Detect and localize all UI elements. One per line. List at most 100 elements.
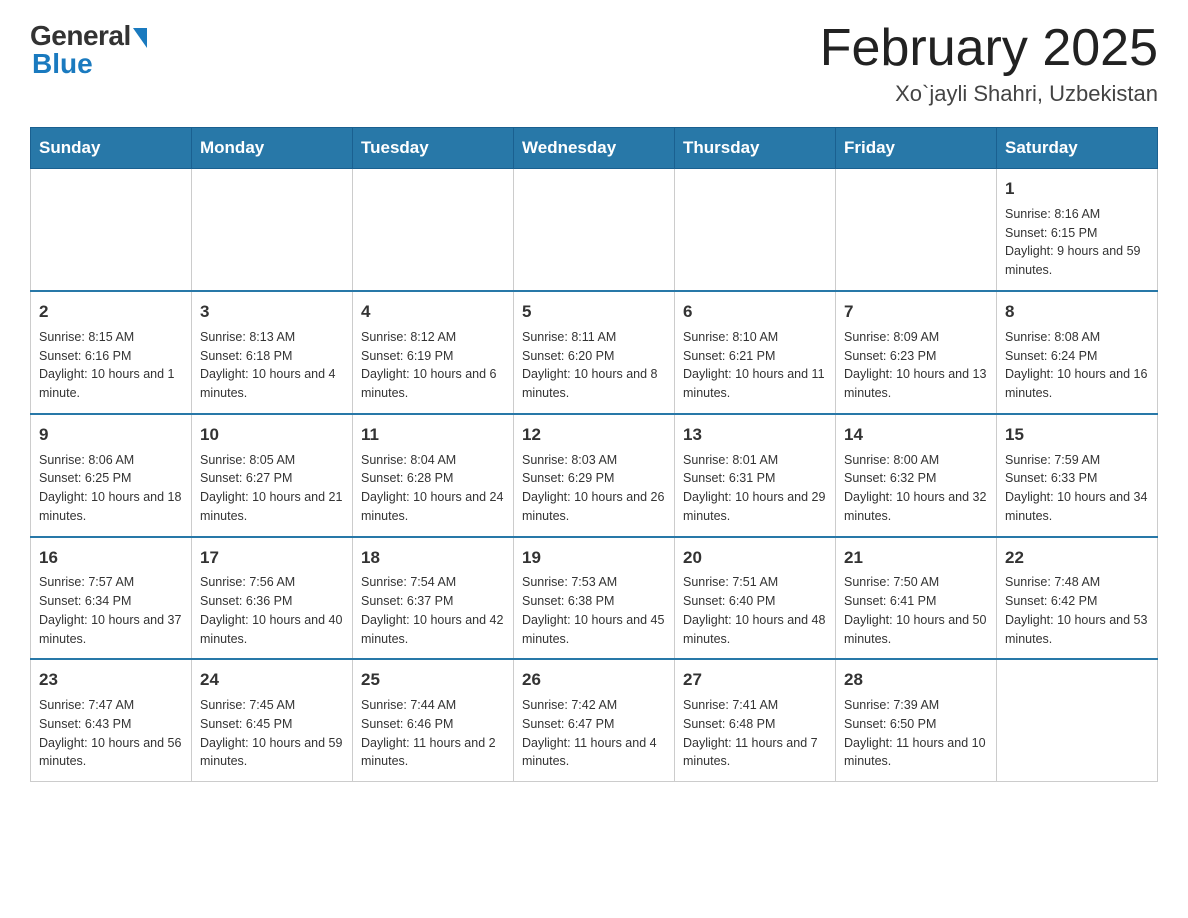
day-number: 16: [39, 546, 183, 570]
calendar-cell: 12 Sunrise: 8:03 AMSunset: 6:29 PMDayligh…: [514, 414, 675, 537]
day-number: 6: [683, 300, 827, 324]
day-number: 21: [844, 546, 988, 570]
calendar-week-row: 2 Sunrise: 8:15 AMSunset: 6:16 PMDaylight…: [31, 291, 1158, 414]
calendar-cell: [997, 659, 1158, 781]
day-number: 1: [1005, 177, 1149, 201]
day-info: Sunrise: 8:06 AMSunset: 6:25 PMDaylight:…: [39, 451, 183, 526]
day-number: 12: [522, 423, 666, 447]
day-number: 23: [39, 668, 183, 692]
title-area: February 2025 Xo`jayli Shahri, Uzbekista…: [820, 20, 1158, 107]
calendar-cell: 13Sunrise: 8:01 AMSunset: 6:31 PMDayligh…: [675, 414, 836, 537]
logo-blue-text: Blue: [32, 48, 93, 80]
calendar-cell: 21Sunrise: 7:50 AMSunset: 6:41 PMDayligh…: [836, 537, 997, 660]
calendar-cell: 6 Sunrise: 8:10 AMSunset: 6:21 PMDaylight…: [675, 291, 836, 414]
calendar-cell: 19 Sunrise: 7:53 AMSunset: 6:38 PMDayligh…: [514, 537, 675, 660]
day-info: Sunrise: 8:13 AMSunset: 6:18 PMDaylight:…: [200, 328, 344, 403]
day-header-saturday: Saturday: [997, 128, 1158, 169]
day-info: Sunrise: 8:12 AMSunset: 6:19 PMDaylight:…: [361, 328, 505, 403]
day-header-wednesday: Wednesday: [514, 128, 675, 169]
calendar-cell: 5 Sunrise: 8:11 AMSunset: 6:20 PMDaylight…: [514, 291, 675, 414]
calendar-cell: 9 Sunrise: 8:06 AMSunset: 6:25 PMDaylight…: [31, 414, 192, 537]
day-number: 9: [39, 423, 183, 447]
day-info: Sunrise: 7:56 AMSunset: 6:36 PMDaylight:…: [200, 573, 344, 648]
day-header-thursday: Thursday: [675, 128, 836, 169]
day-info: Sunrise: 7:59 AMSunset: 6:33 PMDaylight:…: [1005, 451, 1149, 526]
day-info: Sunrise: 8:04 AMSunset: 6:28 PMDaylight:…: [361, 451, 505, 526]
day-number: 20: [683, 546, 827, 570]
calendar-cell: 28 Sunrise: 7:39 AMSunset: 6:50 PMDayligh…: [836, 659, 997, 781]
day-number: 27: [683, 668, 827, 692]
day-number: 8: [1005, 300, 1149, 324]
day-number: 10: [200, 423, 344, 447]
day-info: Sunrise: 7:48 AMSunset: 6:42 PMDaylight:…: [1005, 573, 1149, 648]
day-info: Sunrise: 7:42 AMSunset: 6:47 PMDaylight:…: [522, 696, 666, 771]
day-info: Sunrise: 7:53 AMSunset: 6:38 PMDaylight:…: [522, 573, 666, 648]
calendar-week-row: 1 Sunrise: 8:16 AMSunset: 6:15 PMDaylight…: [31, 169, 1158, 291]
calendar-cell: 25Sunrise: 7:44 AMSunset: 6:46 PMDayligh…: [353, 659, 514, 781]
day-header-friday: Friday: [836, 128, 997, 169]
calendar-cell: [353, 169, 514, 291]
day-number: 22: [1005, 546, 1149, 570]
calendar-cell: 14 Sunrise: 8:00 AMSunset: 6:32 PMDayligh…: [836, 414, 997, 537]
day-number: 17: [200, 546, 344, 570]
location-subtitle: Xo`jayli Shahri, Uzbekistan: [820, 81, 1158, 107]
day-info: Sunrise: 7:39 AMSunset: 6:50 PMDaylight:…: [844, 696, 988, 771]
calendar-cell: 1 Sunrise: 8:16 AMSunset: 6:15 PMDaylight…: [997, 169, 1158, 291]
day-number: 5: [522, 300, 666, 324]
day-number: 24: [200, 668, 344, 692]
day-info: Sunrise: 8:16 AMSunset: 6:15 PMDaylight:…: [1005, 205, 1149, 280]
calendar-cell: [836, 169, 997, 291]
day-number: 28: [844, 668, 988, 692]
logo-arrow-icon: [133, 28, 147, 48]
calendar-cell: 27 Sunrise: 7:41 AMSunset: 6:48 PMDayligh…: [675, 659, 836, 781]
calendar-cell: 18 Sunrise: 7:54 AMSunset: 6:37 PMDayligh…: [353, 537, 514, 660]
calendar-cell: [192, 169, 353, 291]
page-header: General Blue February 2025 Xo`jayli Shah…: [30, 20, 1158, 107]
day-header-sunday: Sunday: [31, 128, 192, 169]
day-info: Sunrise: 7:57 AMSunset: 6:34 PMDaylight:…: [39, 573, 183, 648]
day-number: 19: [522, 546, 666, 570]
calendar-cell: 8 Sunrise: 8:08 AMSunset: 6:24 PMDaylight…: [997, 291, 1158, 414]
day-info: Sunrise: 7:51 AMSunset: 6:40 PMDaylight:…: [683, 573, 827, 648]
calendar-cell: 22 Sunrise: 7:48 AMSunset: 6:42 PMDayligh…: [997, 537, 1158, 660]
calendar-week-row: 16 Sunrise: 7:57 AMSunset: 6:34 PMDayligh…: [31, 537, 1158, 660]
day-number: 15: [1005, 423, 1149, 447]
day-info: Sunrise: 7:54 AMSunset: 6:37 PMDaylight:…: [361, 573, 505, 648]
day-info: Sunrise: 8:15 AMSunset: 6:16 PMDaylight:…: [39, 328, 183, 403]
day-number: 14: [844, 423, 988, 447]
calendar-cell: 3 Sunrise: 8:13 AMSunset: 6:18 PMDaylight…: [192, 291, 353, 414]
day-number: 3: [200, 300, 344, 324]
calendar-header-row: SundayMondayTuesdayWednesdayThursdayFrid…: [31, 128, 1158, 169]
day-info: Sunrise: 7:41 AMSunset: 6:48 PMDaylight:…: [683, 696, 827, 771]
day-info: Sunrise: 8:11 AMSunset: 6:20 PMDaylight:…: [522, 328, 666, 403]
calendar-week-row: 23 Sunrise: 7:47 AMSunset: 6:43 PMDayligh…: [31, 659, 1158, 781]
calendar-cell: 15 Sunrise: 7:59 AMSunset: 6:33 PMDayligh…: [997, 414, 1158, 537]
day-info: Sunrise: 8:10 AMSunset: 6:21 PMDaylight:…: [683, 328, 827, 403]
calendar-cell: 24 Sunrise: 7:45 AMSunset: 6:45 PMDayligh…: [192, 659, 353, 781]
day-header-tuesday: Tuesday: [353, 128, 514, 169]
day-number: 18: [361, 546, 505, 570]
day-number: 7: [844, 300, 988, 324]
calendar-cell: [514, 169, 675, 291]
calendar-table: SundayMondayTuesdayWednesdayThursdayFrid…: [30, 127, 1158, 782]
day-info: Sunrise: 7:47 AMSunset: 6:43 PMDaylight:…: [39, 696, 183, 771]
day-info: Sunrise: 8:01 AMSunset: 6:31 PMDaylight:…: [683, 451, 827, 526]
month-title: February 2025: [820, 20, 1158, 77]
logo: General Blue: [30, 20, 147, 80]
calendar-cell: 4Sunrise: 8:12 AMSunset: 6:19 PMDaylight…: [353, 291, 514, 414]
day-info: Sunrise: 8:00 AMSunset: 6:32 PMDaylight:…: [844, 451, 988, 526]
calendar-cell: 7Sunrise: 8:09 AMSunset: 6:23 PMDaylight…: [836, 291, 997, 414]
calendar-cell: 10 Sunrise: 8:05 AMSunset: 6:27 PMDayligh…: [192, 414, 353, 537]
calendar-cell: 16 Sunrise: 7:57 AMSunset: 6:34 PMDayligh…: [31, 537, 192, 660]
calendar-week-row: 9 Sunrise: 8:06 AMSunset: 6:25 PMDaylight…: [31, 414, 1158, 537]
calendar-cell: 23 Sunrise: 7:47 AMSunset: 6:43 PMDayligh…: [31, 659, 192, 781]
day-info: Sunrise: 8:08 AMSunset: 6:24 PMDaylight:…: [1005, 328, 1149, 403]
day-info: Sunrise: 7:45 AMSunset: 6:45 PMDaylight:…: [200, 696, 344, 771]
day-info: Sunrise: 8:03 AMSunset: 6:29 PMDaylight:…: [522, 451, 666, 526]
day-info: Sunrise: 8:05 AMSunset: 6:27 PMDaylight:…: [200, 451, 344, 526]
day-info: Sunrise: 7:44 AMSunset: 6:46 PMDaylight:…: [361, 696, 505, 771]
calendar-cell: 17 Sunrise: 7:56 AMSunset: 6:36 PMDayligh…: [192, 537, 353, 660]
day-number: 2: [39, 300, 183, 324]
calendar-cell: 11Sunrise: 8:04 AMSunset: 6:28 PMDayligh…: [353, 414, 514, 537]
day-header-monday: Monday: [192, 128, 353, 169]
